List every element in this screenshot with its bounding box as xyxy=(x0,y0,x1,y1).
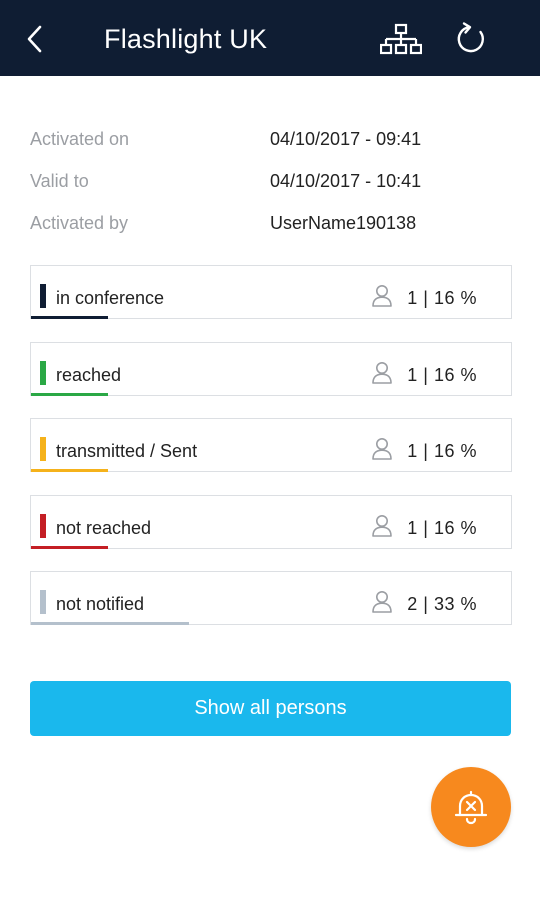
status-color-marker xyxy=(40,590,46,614)
info-row-activated-on: Activated on 04/10/2017 - 09:41 xyxy=(30,124,510,166)
status-color-marker xyxy=(40,284,46,308)
person-icon xyxy=(372,285,392,307)
status-progress-bar xyxy=(31,622,190,625)
status-card-not-notified[interactable]: not notified 2 | 33 % xyxy=(30,571,512,625)
page-title: Flashlight UK xyxy=(104,24,268,54)
status-color-marker xyxy=(40,437,46,461)
person-icon xyxy=(372,591,392,613)
status-count: 1 | 16 % xyxy=(407,517,477,538)
status-card-in-conference[interactable]: in conference 1 | 16 % xyxy=(30,265,512,319)
info-row-activated-by: Activated by UserName190138 xyxy=(30,208,510,250)
status-progress-bar xyxy=(31,469,108,472)
status-label: reached xyxy=(56,364,122,385)
person-icon xyxy=(372,514,392,537)
status-count: 1 | 16 % xyxy=(407,441,477,461)
chevron-left-icon xyxy=(27,25,42,53)
status-color-marker xyxy=(40,513,46,538)
person-icon xyxy=(372,361,392,384)
status-progress-bar xyxy=(31,316,108,319)
person-icon xyxy=(372,438,392,460)
info-label: Activated by xyxy=(30,213,129,233)
info-value: 04/10/2017 - 10:41 xyxy=(270,171,422,191)
status-card-not-reached[interactable]: not reached 1 | 16 % xyxy=(30,494,512,549)
status-count: 1 | 16 % xyxy=(407,288,477,308)
status-color-marker xyxy=(40,360,46,385)
status-label: not notified xyxy=(56,594,145,614)
cancel-alarm-button[interactable] xyxy=(431,767,511,847)
status-count: 1 | 16 % xyxy=(407,364,477,385)
status-list: in conference 1 | 16 % reached 1 | 16 % … xyxy=(30,265,512,648)
back-button[interactable] xyxy=(20,22,52,56)
refresh-icon xyxy=(457,22,484,53)
app-header: Flashlight UK xyxy=(0,0,540,76)
info-label: Valid to xyxy=(30,171,89,191)
status-count: 2 | 33 % xyxy=(407,594,477,614)
status-label: transmitted / Sent xyxy=(56,441,198,461)
status-card-reached[interactable]: reached 1 | 16 % xyxy=(30,341,512,396)
status-card-transmitted-sent[interactable]: transmitted / Sent 1 | 16 % xyxy=(30,418,512,472)
bell-off-icon xyxy=(454,790,488,825)
status-progress-bar xyxy=(31,392,108,396)
org-chart-icon xyxy=(379,23,423,55)
status-label: not reached xyxy=(56,517,152,538)
refresh-button[interactable] xyxy=(452,20,490,58)
info-value: 04/10/2017 - 09:41 xyxy=(270,129,422,149)
info-value: UserName190138 xyxy=(270,213,417,233)
status-progress-bar xyxy=(31,545,108,549)
activation-info: Activated on 04/10/2017 - 09:41 Valid to… xyxy=(30,124,510,250)
hierarchy-button[interactable] xyxy=(379,22,423,58)
info-row-valid-to: Valid to 04/10/2017 - 10:41 xyxy=(30,166,510,208)
status-label: in conference xyxy=(56,288,165,308)
show-all-persons-button[interactable]: Show all persons xyxy=(30,681,511,736)
info-label: Activated on xyxy=(30,129,130,149)
